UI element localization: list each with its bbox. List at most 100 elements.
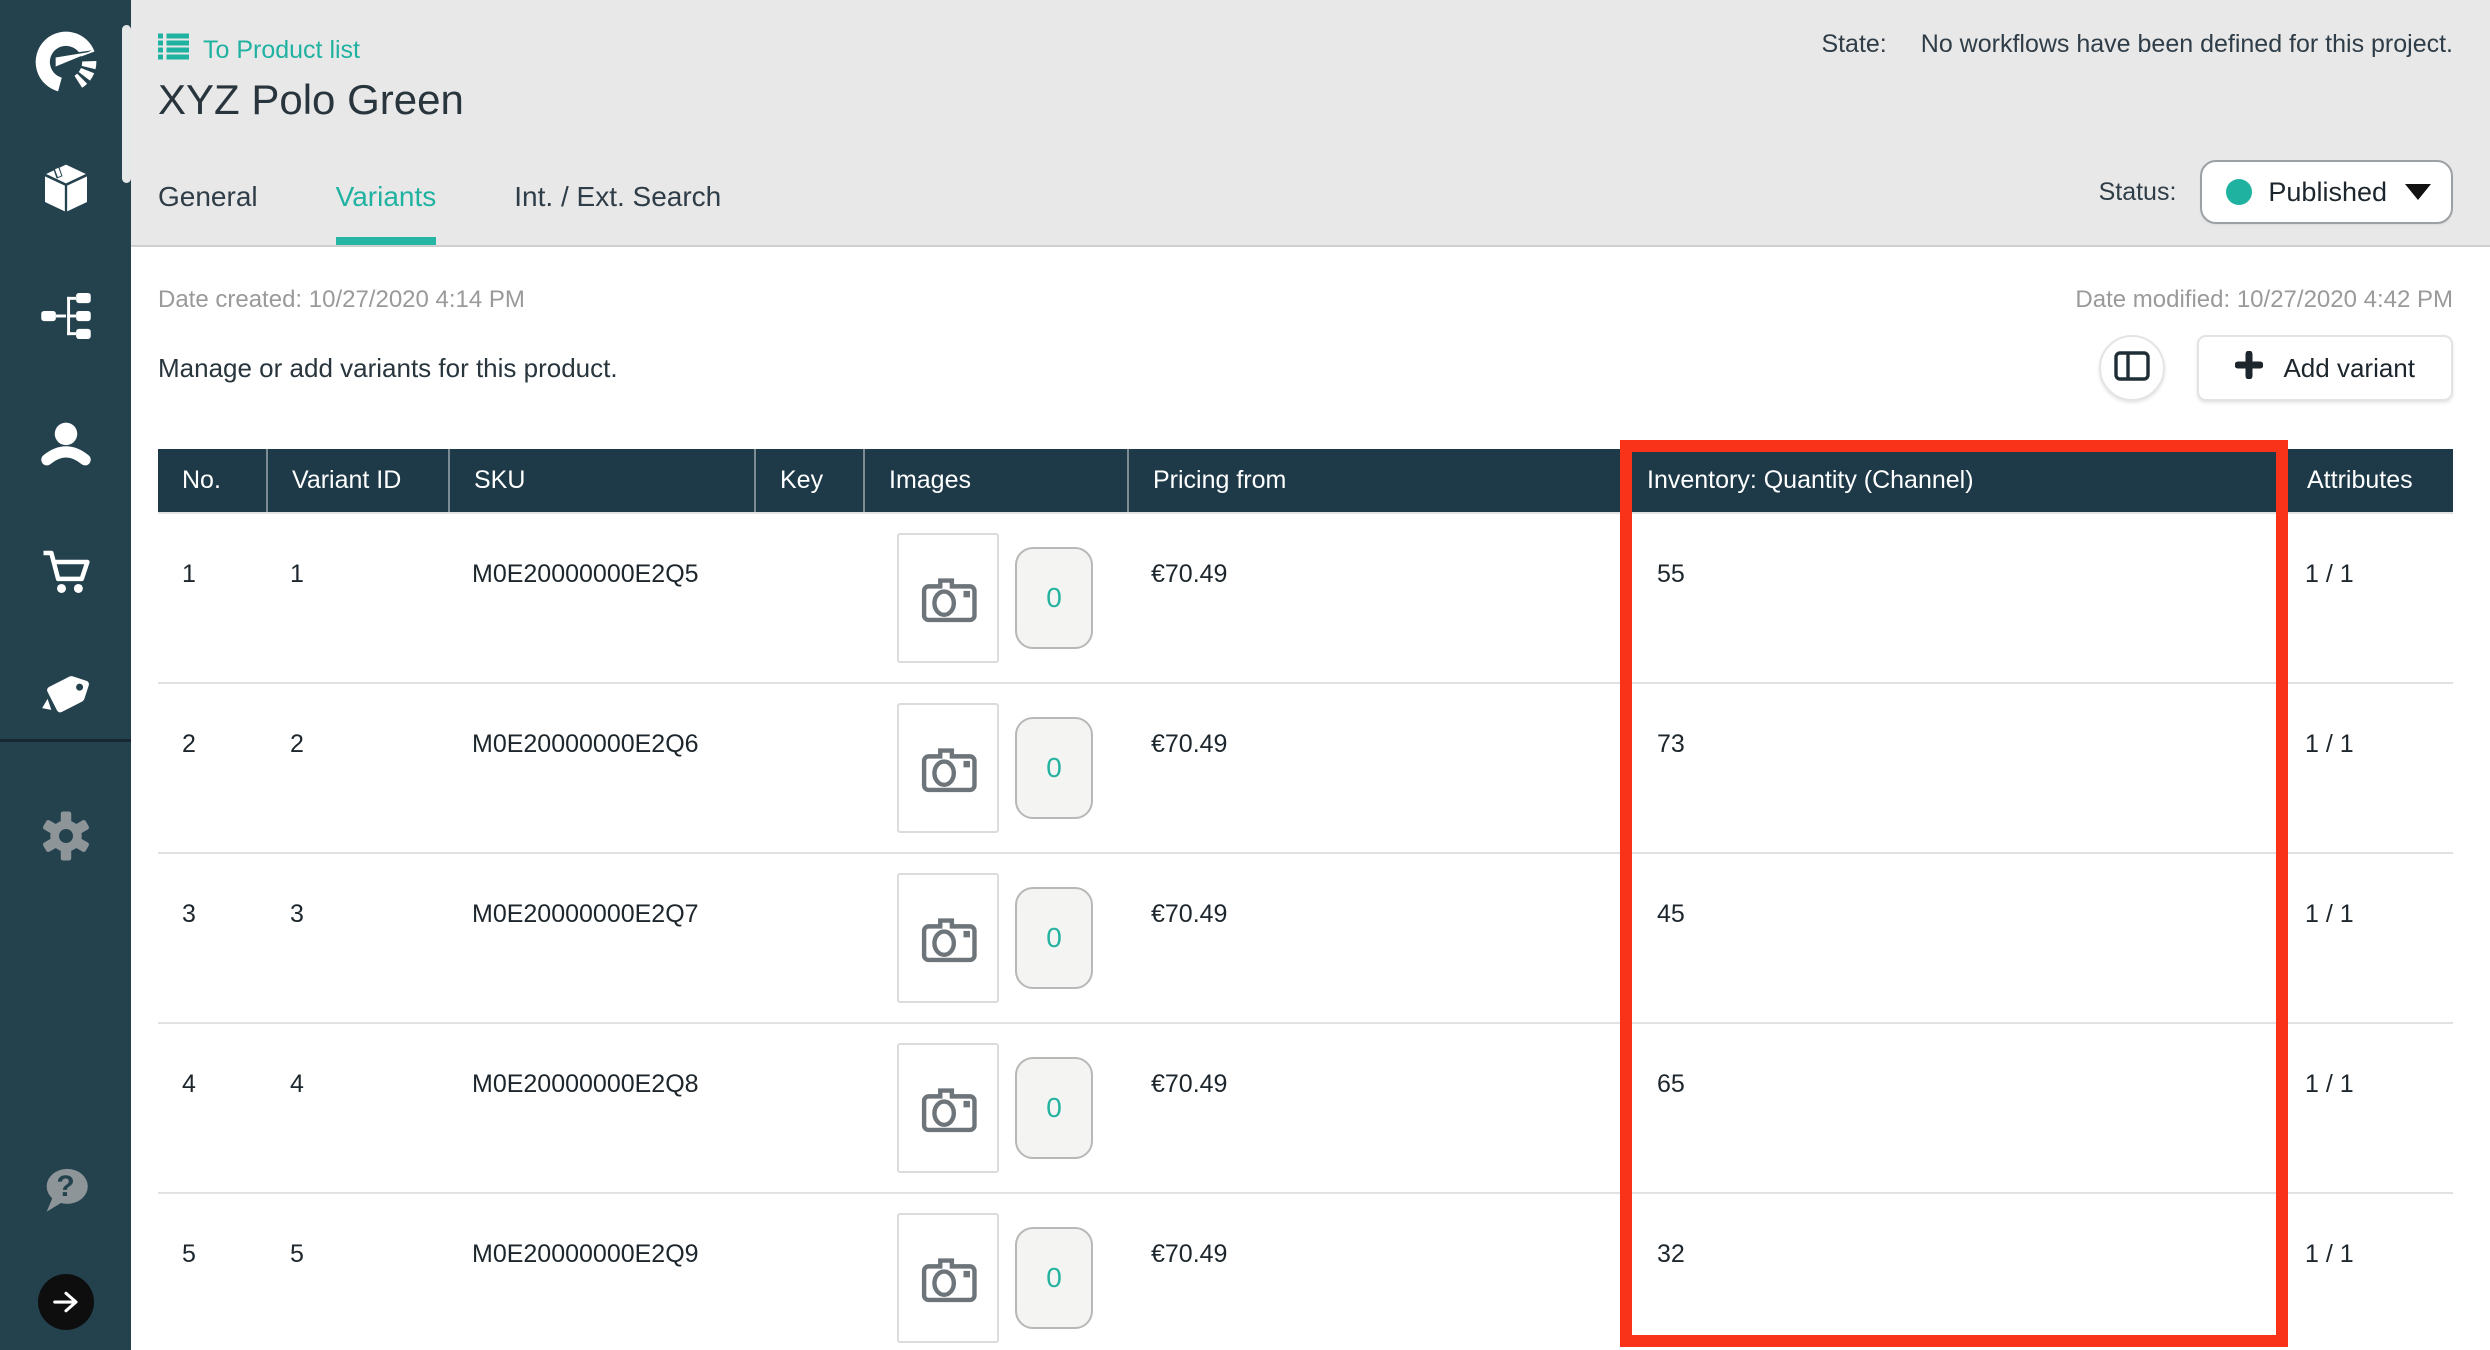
help-question-glyph: ? bbox=[37, 1165, 95, 1209]
cell-attributes: 1 / 1 bbox=[2281, 1194, 2453, 1350]
status-label: Status: bbox=[2099, 178, 2177, 207]
cell-no: 2 bbox=[158, 684, 266, 852]
image-placeholder-button[interactable] bbox=[897, 873, 999, 1003]
column-header-key: Key bbox=[754, 449, 863, 512]
cell-attributes: 1 / 1 bbox=[2281, 514, 2453, 682]
image-count-badge[interactable]: 0 bbox=[1015, 547, 1093, 649]
table-row[interactable]: 2 2 M0E20000000E2Q6 0 bbox=[158, 682, 2453, 852]
tab-bar: General Variants Int. / Ext. Search bbox=[158, 181, 799, 245]
date-modified: Date modified: 10/27/2020 4:42 PM bbox=[2075, 286, 2453, 314]
sidebar-item-discounts[interactable] bbox=[0, 651, 131, 743]
table-row[interactable]: 3 3 M0E20000000E2Q7 0 bbox=[158, 852, 2453, 1022]
column-header-images: Images bbox=[863, 449, 1127, 512]
table-row[interactable]: 1 1 M0E20000000E2Q5 0 bbox=[158, 512, 2453, 682]
package-box-icon bbox=[38, 160, 94, 221]
sitemap-icon bbox=[39, 289, 93, 348]
actions-row: Manage or add variants for this product. bbox=[131, 335, 2490, 401]
status-published-dot bbox=[2226, 179, 2252, 205]
shopping-cart-icon bbox=[39, 544, 93, 603]
cell-key bbox=[754, 1194, 863, 1350]
column-settings-button[interactable] bbox=[2099, 335, 2165, 401]
status-row: Status: Published bbox=[2099, 160, 2453, 224]
action-buttons: Add variant bbox=[2099, 335, 2453, 401]
image-count-badge[interactable]: 0 bbox=[1015, 887, 1093, 989]
content-area: To Product list XYZ Polo Green General V… bbox=[131, 0, 2490, 1350]
gauge-logo-icon bbox=[35, 31, 97, 98]
cell-variant-id: 2 bbox=[266, 684, 448, 852]
sidebar: ? bbox=[0, 0, 131, 1350]
gear-icon bbox=[38, 808, 94, 869]
cell-sku: M0E20000000E2Q9 bbox=[448, 1194, 754, 1350]
sidebar-item-support[interactable]: ? bbox=[0, 1144, 131, 1236]
cell-variant-id: 4 bbox=[266, 1024, 448, 1192]
tab-int-ext-search-label: Int. / Ext. Search bbox=[514, 181, 721, 212]
sidebar-item-products[interactable] bbox=[0, 144, 131, 236]
cell-key bbox=[754, 1024, 863, 1192]
sidebar-scrollbar-thumb[interactable] bbox=[122, 25, 131, 183]
cell-images: 0 bbox=[863, 854, 1127, 1022]
cell-key bbox=[754, 514, 863, 682]
sidebar-item-orders[interactable] bbox=[0, 527, 131, 619]
image-count-badge[interactable]: 0 bbox=[1015, 1227, 1093, 1329]
cell-attributes: 1 / 1 bbox=[2281, 684, 2453, 852]
active-tab-underline bbox=[336, 237, 437, 245]
column-header-attributes: Attributes bbox=[2281, 449, 2453, 512]
back-to-product-list-link[interactable]: To Product list bbox=[158, 33, 360, 67]
cell-attributes: 1 / 1 bbox=[2281, 854, 2453, 1022]
column-header-no: No. bbox=[158, 449, 266, 512]
cell-variant-id: 5 bbox=[266, 1194, 448, 1350]
page-title: XYZ Polo Green bbox=[158, 76, 464, 124]
tab-variants-label: Variants bbox=[336, 181, 437, 212]
tab-general[interactable]: General bbox=[158, 181, 258, 245]
cell-attributes: 1 / 1 bbox=[2281, 1024, 2453, 1192]
cell-pricing-from: €70.49 bbox=[1127, 514, 1621, 682]
dates-row: Date created: 10/27/2020 4:14 PM Date mo… bbox=[131, 286, 2490, 314]
sidebar-divider bbox=[0, 739, 131, 742]
column-header-sku: SKU bbox=[448, 449, 754, 512]
tab-variants[interactable]: Variants bbox=[336, 181, 437, 245]
cell-no: 3 bbox=[158, 854, 266, 1022]
add-variant-button[interactable]: Add variant bbox=[2197, 335, 2453, 401]
workflow-state-row: State: No workflows have been defined fo… bbox=[1821, 30, 2453, 59]
list-icon bbox=[158, 33, 189, 67]
image-placeholder-button[interactable] bbox=[897, 1043, 999, 1173]
image-count-badge[interactable]: 0 bbox=[1015, 1057, 1093, 1159]
chevron-down-icon bbox=[2405, 184, 2431, 200]
image-placeholder-button[interactable] bbox=[897, 533, 999, 663]
image-placeholder-button[interactable] bbox=[897, 1213, 999, 1343]
image-placeholder-button[interactable] bbox=[897, 703, 999, 833]
cell-inventory: 45 bbox=[1621, 854, 2281, 1022]
status-dropdown[interactable]: Published bbox=[2200, 160, 2453, 224]
sidebar-item-settings[interactable] bbox=[0, 792, 131, 884]
cell-inventory: 65 bbox=[1621, 1024, 2281, 1192]
tab-general-label: General bbox=[158, 181, 258, 212]
columns-icon bbox=[2114, 351, 2150, 386]
table-row[interactable]: 5 5 M0E20000000E2Q9 0 bbox=[158, 1192, 2453, 1350]
cell-variant-id: 1 bbox=[266, 514, 448, 682]
cell-pricing-from: €70.49 bbox=[1127, 1024, 1621, 1192]
cell-sku: M0E20000000E2Q7 bbox=[448, 854, 754, 1022]
sidebar-item-categories[interactable] bbox=[0, 272, 131, 364]
cell-sku: M0E20000000E2Q5 bbox=[448, 514, 754, 682]
plus-icon bbox=[2235, 351, 2263, 386]
cell-no: 4 bbox=[158, 1024, 266, 1192]
cell-images: 0 bbox=[863, 684, 1127, 852]
sidebar-item-customers[interactable] bbox=[0, 400, 131, 492]
add-variant-label: Add variant bbox=[2283, 353, 2415, 384]
help-bubble-icon: ? bbox=[37, 1163, 95, 1217]
person-icon bbox=[39, 417, 93, 476]
image-count-badge[interactable]: 0 bbox=[1015, 717, 1093, 819]
column-header-inventory: Inventory: Quantity (Channel) bbox=[1621, 449, 2281, 512]
manage-variants-description: Manage or add variants for this product. bbox=[158, 353, 618, 384]
state-value: No workflows have been defined for this … bbox=[1921, 30, 2453, 59]
sidebar-item-collapse[interactable] bbox=[0, 1256, 131, 1348]
table-header-row: No. Variant ID SKU Key Images Pricing fr… bbox=[158, 449, 2453, 512]
sidebar-item-dashboard[interactable] bbox=[0, 18, 131, 110]
cell-inventory: 55 bbox=[1621, 514, 2281, 682]
cell-sku: M0E20000000E2Q6 bbox=[448, 684, 754, 852]
variants-panel: Date created: 10/27/2020 4:14 PM Date mo… bbox=[131, 286, 2490, 1350]
table-row[interactable]: 4 4 M0E20000000E2Q8 0 bbox=[158, 1022, 2453, 1192]
tab-int-ext-search[interactable]: Int. / Ext. Search bbox=[514, 181, 721, 245]
cell-images: 0 bbox=[863, 514, 1127, 682]
cell-images: 0 bbox=[863, 1024, 1127, 1192]
